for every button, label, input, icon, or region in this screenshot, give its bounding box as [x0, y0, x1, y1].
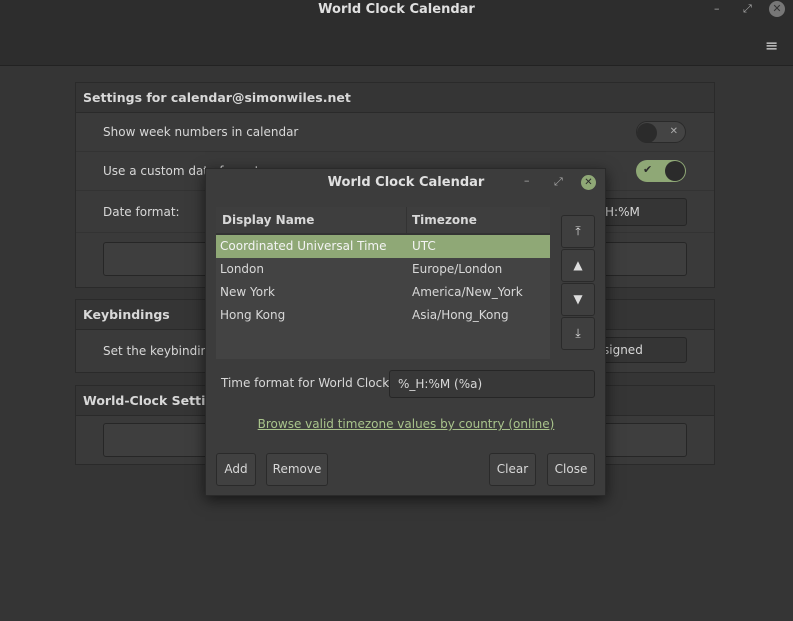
move-down-button[interactable]: ▼ [561, 283, 595, 316]
minimize-button[interactable]: – [714, 2, 720, 15]
timezone-list[interactable]: Display Name Timezone Coordinated Univer… [216, 207, 550, 359]
column-display-name[interactable]: Display Name [222, 207, 314, 233]
move-top-button[interactable]: ⤒ [561, 215, 595, 248]
date-format-input[interactable]: H:%M [596, 198, 687, 226]
column-timezone[interactable]: Timezone [412, 207, 477, 233]
world-clock-dialog: World Clock Calendar – ⤢ ✕ Display Name … [205, 168, 606, 496]
arrow-up-icon: ▲ [573, 258, 583, 272]
add-button[interactable]: Add [216, 453, 256, 486]
hamburger-icon[interactable]: ≡ [765, 36, 778, 55]
section-title: Settings for calendar@simonwiles.net [76, 83, 714, 113]
dialog-close-icon[interactable]: ✕ [581, 175, 596, 190]
list-item[interactable]: Hong Kong Asia/Hong_Kong [216, 304, 550, 327]
remove-button[interactable]: Remove [266, 453, 328, 486]
arrow-down-icon: ▼ [573, 292, 583, 306]
list-item[interactable]: New York America/New_York [216, 281, 550, 304]
clear-button[interactable]: Clear [489, 453, 536, 486]
keybinding-button[interactable]: signed [596, 337, 687, 363]
dialog-title: World Clock Calendar [327, 175, 485, 190]
move-bottom-button[interactable]: ⤓ [561, 317, 595, 350]
move-bottom-icon: ⤓ [575, 326, 581, 340]
maximize-button[interactable]: ⤢ [743, 2, 752, 16]
move-top-icon: ⤒ [575, 224, 581, 238]
list-item[interactable]: London Europe/London [216, 258, 550, 281]
browse-timezones-link[interactable]: Browse valid timezone values by country … [258, 417, 555, 431]
window-title: World Clock Calendar [318, 2, 475, 17]
close-button[interactable]: Close [547, 453, 595, 486]
dialog-maximize-button[interactable]: ⤢ [554, 175, 563, 189]
list-item[interactable]: Coordinated Universal Time UTC [216, 235, 550, 258]
keybinding-label: Set the keybinding [103, 344, 216, 358]
time-format-label: Time format for World Clocks [221, 376, 396, 390]
time-format-input[interactable]: %_H:%M (%a) [389, 370, 595, 398]
close-window-button[interactable]: ✕ [769, 1, 785, 17]
header-bar: World Clock Calendar – ⤢ ✕ ≡ [0, 0, 793, 66]
list-header: Display Name Timezone [216, 207, 550, 235]
show-week-numbers-toggle[interactable]: ✕ [636, 121, 686, 143]
date-format-label: Date format: [103, 205, 180, 219]
move-up-button[interactable]: ▲ [561, 249, 595, 282]
custom-date-format-toggle[interactable]: ✔ [636, 160, 686, 182]
dialog-minimize-button[interactable]: – [524, 174, 530, 187]
show-week-numbers-label: Show week numbers in calendar [103, 125, 299, 139]
